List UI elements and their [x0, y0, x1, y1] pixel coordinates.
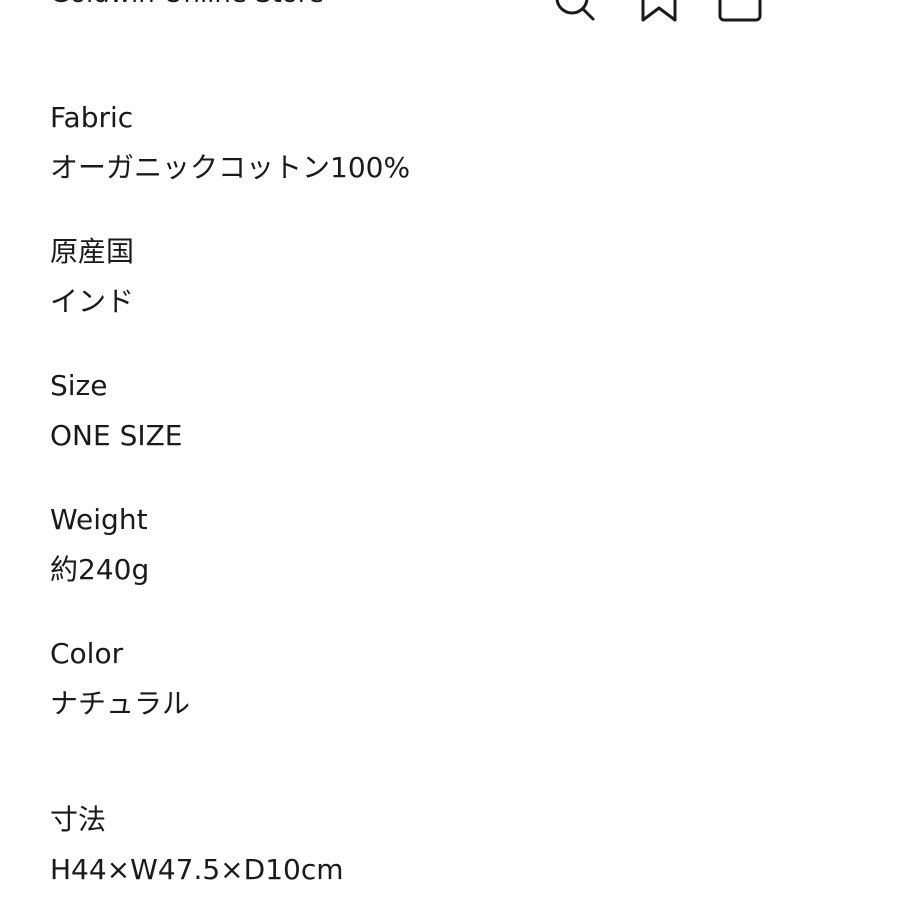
spec-fabric: Fabric オーガニックコットン100% [50, 96, 410, 190]
spec-label-dimensions: 寸法 [50, 803, 107, 836]
site-header: Goldwin Online Store [0, 0, 900, 24]
spec-label-origin: 原産国 [50, 235, 135, 268]
spec-value-weight: 約240g [50, 553, 150, 586]
spec-value-dimensions: H44×W47.5×D10cm [50, 853, 344, 886]
spec-weight: Weight 約240g [50, 498, 149, 592]
search-icon[interactable] [552, 0, 596, 22]
spec-dimensions: 寸法 H44×W47.5×D10cm [50, 798, 344, 892]
spec-label-color: Color [50, 637, 124, 670]
spec-value-origin: インド [50, 285, 135, 318]
spec-label-fabric: Fabric [50, 101, 134, 134]
spec-value-color: ナチュラル [50, 687, 191, 720]
spec-value-size: ONE SIZE [50, 419, 183, 452]
spec-value-fabric: オーガニックコットン100% [50, 151, 411, 184]
spec-origin: 原産国 インド [50, 230, 134, 324]
spec-color: Color ナチュラル [50, 632, 190, 726]
spec-size: Size ONE SIZE [50, 364, 182, 458]
shopping-bag-icon[interactable] [718, 0, 762, 22]
spec-label-size: Size [50, 369, 108, 402]
store-title[interactable]: Goldwin Online Store [50, 0, 324, 10]
spec-label-weight: Weight [50, 503, 148, 536]
menu-icon[interactable] [802, 0, 846, 22]
bookmark-icon[interactable] [637, 0, 681, 22]
